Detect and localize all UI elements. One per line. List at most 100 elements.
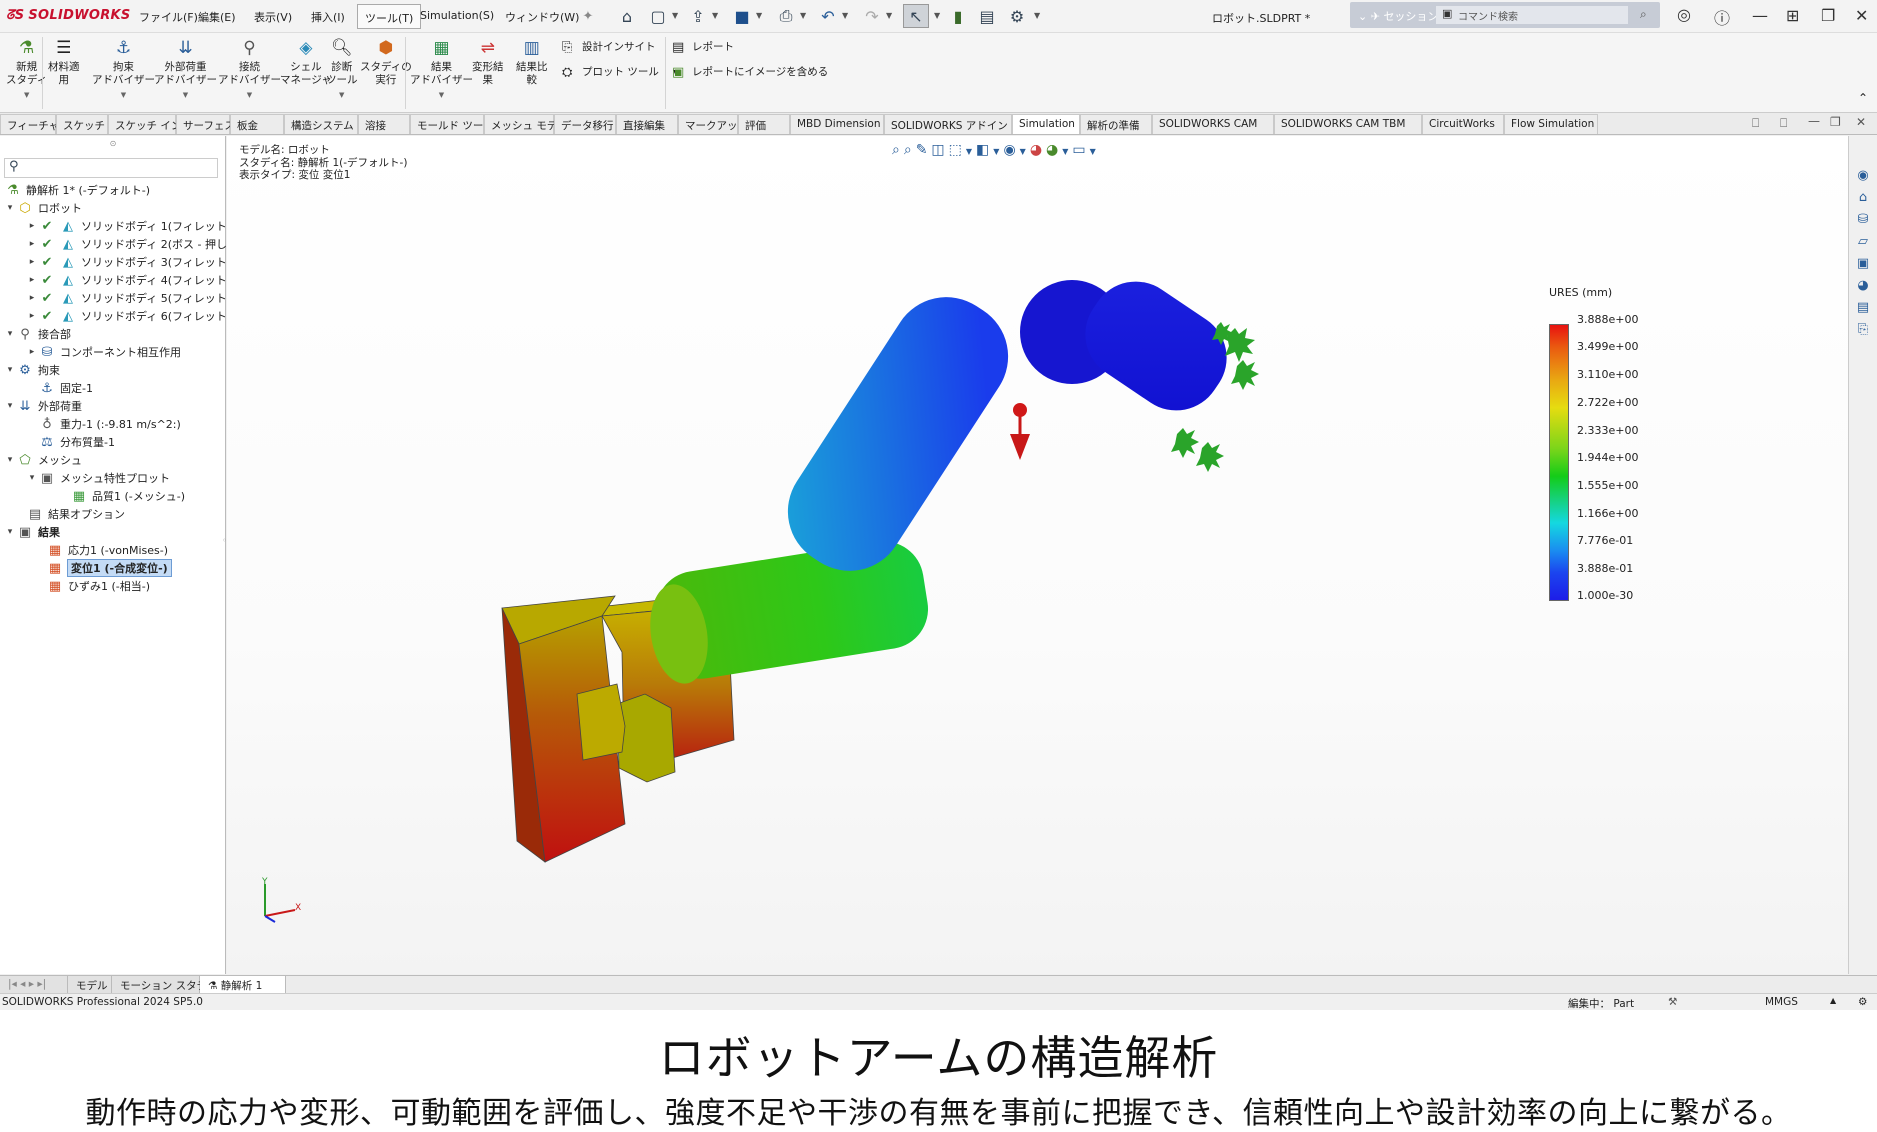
solidworks-logo[interactable]: ᘔS SOLIDWORKS	[6, 8, 131, 23]
file-explorer-icon[interactable]: ▱	[1854, 232, 1872, 250]
run-study-button[interactable]: ⬢ スタディの 実行	[360, 37, 412, 87]
tab-sketch-ink[interactable]: スケッチ インク	[108, 114, 192, 134]
tab-scroll-buttons[interactable]: |◂ ◂ ▸ ▸|	[0, 976, 68, 993]
save-dropdown-icon[interactable]: ▼	[756, 11, 762, 20]
tab-structure-system[interactable]: 構造システム	[284, 114, 358, 134]
save-icon[interactable]: ■	[732, 6, 752, 26]
doc-minimize-button[interactable]: —	[1808, 114, 1820, 128]
graphics-area[interactable]: モデル名: ロボット スタディ名: 静解析 1(-デフォルト-) 表示タイプ: …	[227, 136, 1848, 974]
minimize-button[interactable]: —	[1752, 6, 1768, 25]
open-icon[interactable]: ⇪	[688, 6, 708, 26]
tab-features[interactable]: フィーチャー	[0, 114, 70, 134]
panel-splitter[interactable]: ⊙	[0, 136, 226, 154]
tab-model[interactable]: モデル	[68, 976, 112, 993]
tab-motion-study[interactable]: モーション スタディ 1	[112, 976, 227, 993]
tile-button[interactable]: ⊞	[1786, 6, 1799, 25]
tree-item-fixed-1[interactable]: ⚓ 固定-1	[38, 378, 94, 398]
tree-item-gravity[interactable]: ♁ 重力-1 (:-9.81 m/s^2:)	[38, 414, 182, 434]
pin-icon[interactable]: ✦	[578, 6, 598, 26]
chevron-up-icon[interactable]: ▲	[1830, 996, 1836, 1005]
tree-item-body-5[interactable]: ▸ ✔ ◭ ソリッドボディ 5(フィレット8) (-[	[26, 288, 255, 308]
report-button[interactable]: ▤ レポート	[672, 39, 734, 55]
home-icon[interactable]: ⌂	[617, 6, 637, 26]
splitter-handle-icon[interactable]: ◦	[222, 536, 227, 545]
tree-item-results[interactable]: ▾ ▣ 結果	[4, 522, 61, 542]
connections-advisor-button[interactable]: ⚲ 接続 アドバイザー ▼	[218, 37, 281, 102]
design-library-icon[interactable]: ⛁	[1854, 210, 1872, 228]
tree-item-body-6[interactable]: ▸ ✔ ◭ ソリッドボディ 6(フィレット4) (-[	[26, 306, 255, 326]
restore-button[interactable]: ❐	[1821, 6, 1835, 25]
tab-mesh-modeling[interactable]: メッシュ モデル	[484, 114, 568, 134]
units-selector[interactable]: MMGS	[1765, 996, 1798, 1008]
solidworks-resources-icon[interactable]: ◉	[1854, 166, 1872, 184]
file-props-icon[interactable]: ▤	[977, 6, 997, 26]
menu-tools[interactable]: ツール(T)	[357, 4, 422, 29]
home-icon[interactable]: ⌂	[1854, 188, 1872, 206]
tree-item-distributed-mass[interactable]: ⚖ 分布質量-1	[38, 432, 116, 452]
solidworks-forum-icon[interactable]: ⎘	[1854, 320, 1872, 338]
panel-right-icon[interactable]: ⎕	[1780, 116, 1787, 131]
tree-item-connections[interactable]: ▾ ⚲ 接合部	[4, 324, 72, 344]
traffic-light-icon[interactable]: ▮	[948, 6, 968, 26]
options-dropdown-icon[interactable]: ▼	[1034, 11, 1040, 20]
fixtures-advisor-button[interactable]: ⚓ 拘束 アドバイザー ▼	[92, 37, 155, 102]
menu-simulation[interactable]: Simulation(S)	[420, 9, 494, 22]
tree-item-external-loads[interactable]: ▾ ⇊ 外部荷重	[4, 396, 83, 416]
tree-item-stress[interactable]: ▦ 応力1 (-vonMises-)	[46, 540, 169, 560]
panel-left-icon[interactable]: ⎕	[1752, 116, 1759, 131]
apply-material-button[interactable]: ☰ 材料適 用	[48, 37, 80, 87]
open-dropdown-icon[interactable]: ▼	[712, 11, 718, 20]
appearances-icon[interactable]: ◕	[1854, 276, 1872, 294]
tree-item-body-3[interactable]: ▸ ✔ ◭ ソリッドボディ 3(フィレット3) (-[	[26, 252, 255, 272]
tree-item-body-2[interactable]: ▸ ✔ ◭ ソリッドボディ 2(ボス - 押し出	[26, 234, 239, 254]
include-image-button[interactable]: ▣ レポートにイメージを含める	[672, 64, 828, 80]
tab-analysis-preparation[interactable]: 解析の準備	[1080, 114, 1152, 134]
menu-view[interactable]: 表示(V)	[254, 9, 292, 25]
collapse-ribbon-icon[interactable]: ⌃	[1858, 91, 1868, 105]
tree-item-result-options[interactable]: ▤ 結果オプション	[26, 504, 126, 524]
menu-insert[interactable]: 挿入(I)	[311, 9, 345, 25]
tree-item-part[interactable]: ▾ ⬡ ロボット	[4, 198, 83, 218]
tab-solidworks-cam-tbm[interactable]: SOLIDWORKS CAM TBM	[1274, 114, 1422, 134]
tab-solidworks-addins[interactable]: SOLIDWORKS アドイン	[884, 114, 1012, 134]
tree-item-mesh-plot[interactable]: ▾ ▣ メッシュ特性プロット	[26, 468, 171, 488]
diagnostic-tools-button[interactable]: 🔍︎ 診断 ツール ▼	[326, 37, 358, 102]
tree-item-displacement[interactable]: ▦ 変位1 (-合成変位-)	[46, 558, 172, 578]
shell-manager-button[interactable]: ◈ シェル マネージャ	[280, 37, 332, 87]
tab-weldments[interactable]: 溶接	[358, 114, 410, 134]
tree-item-body-1[interactable]: ▸ ✔ ◭ ソリッドボディ 1(フィレット2) (-[	[26, 216, 255, 236]
compare-results-button[interactable]: ▥ 結果比 較	[516, 37, 548, 87]
search-icon[interactable]: ⌕	[1640, 7, 1647, 22]
rebuild-icon[interactable]: ⚒	[1668, 996, 1677, 1008]
tree-item-fixtures[interactable]: ▾ ⚙ 拘束	[4, 360, 61, 380]
view-palette-icon[interactable]: ▣	[1854, 254, 1872, 272]
tab-evaluate[interactable]: 評価	[738, 114, 790, 134]
tab-direct-editing[interactable]: 直接編集	[616, 114, 678, 134]
tab-static-study[interactable]: ⚗ 静解析 1	[200, 976, 286, 993]
print-icon[interactable]: ⎙	[776, 6, 796, 26]
undo-dropdown-icon[interactable]: ▼	[842, 11, 848, 20]
tree-item-component-interaction[interactable]: ▸ ⛁ コンポーネント相互作用	[26, 342, 182, 362]
tree-filter-input[interactable]: ⚲	[4, 158, 218, 178]
select-dropdown-icon[interactable]: ▼	[934, 11, 940, 20]
tab-surfaces[interactable]: サーフェス	[176, 114, 235, 134]
select-icon[interactable]: ↖	[903, 4, 929, 28]
plot-tools-button[interactable]: ⛭ プロット ツール ▼	[562, 64, 679, 80]
tab-mold-tools[interactable]: モールド ツール	[410, 114, 494, 134]
menu-edit[interactable]: 編集(E)	[198, 9, 236, 25]
tab-circuitworks[interactable]: CircuitWorks	[1422, 114, 1504, 134]
external-loads-advisor-button[interactable]: ⇊ 外部荷重 アドバイザー ▼	[154, 37, 217, 102]
deformed-result-button[interactable]: ⇌ 変形結 果	[472, 37, 504, 87]
tree-item-study[interactable]: ⚗ 静解析 1* (-デフォルト-)	[4, 180, 151, 200]
tab-sheet-metal[interactable]: 板金	[230, 114, 284, 134]
tab-flow-simulation[interactable]: Flow Simulation	[1504, 114, 1598, 134]
tab-simulation[interactable]: Simulation	[1012, 114, 1080, 134]
redo-dropdown-icon[interactable]: ▼	[886, 11, 892, 20]
redo-icon[interactable]: ↷	[862, 6, 882, 26]
tab-sketch[interactable]: スケッチ	[56, 114, 108, 134]
menu-file[interactable]: ファイル(F)	[139, 9, 198, 25]
tab-markup[interactable]: マークアップ	[678, 114, 748, 134]
close-button[interactable]: ✕	[1855, 6, 1868, 25]
undo-icon[interactable]: ↶	[818, 6, 838, 26]
print-dropdown-icon[interactable]: ▼	[800, 11, 806, 20]
